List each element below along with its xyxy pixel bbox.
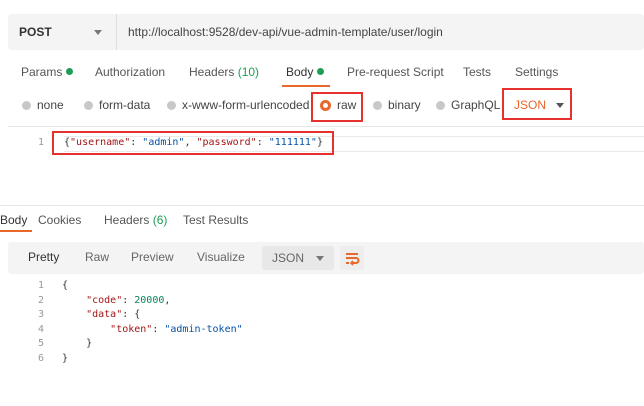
headers-count: (10) — [237, 65, 260, 79]
radio-off-icon — [373, 100, 382, 110]
code-token: { — [62, 280, 69, 291]
divider — [0, 205, 644, 206]
line-number: 3 — [38, 309, 45, 320]
response-tabs: Body Cookies Headers (6) Test Results — [0, 213, 644, 235]
highlight-json-box — [502, 88, 572, 120]
highlight-body-box — [52, 131, 334, 155]
line-number: 6 — [38, 352, 45, 364]
radio-urlencoded-label: x-www-form-urlencoded — [182, 98, 310, 112]
url-input[interactable]: http://localhost:9528/dev-api/vue-admin-… — [128, 25, 443, 39]
code-token: "code" — [86, 294, 123, 306]
code-line: "data": { — [62, 309, 140, 320]
code-line: "token": "admin-token" — [62, 323, 243, 335]
response-toolbar: Pretty Raw Preview Visualize JSON — [8, 242, 644, 274]
code-token: "token" — [110, 323, 153, 335]
response-format-dropdown[interactable]: JSON — [262, 246, 334, 270]
radio-form-data[interactable]: form-data — [84, 98, 150, 112]
code-token: 20000 — [134, 294, 165, 306]
wrap-lines-button[interactable] — [340, 246, 364, 270]
radio-binary-label: binary — [388, 98, 421, 112]
resp-headers-count: (6) — [152, 213, 168, 227]
tab-headers-label: Headers — [189, 65, 235, 79]
code-line: } — [62, 338, 92, 349]
code-token: } — [62, 338, 93, 349]
code-line: } — [62, 353, 68, 364]
tab-headers[interactable]: Headers (10) — [189, 65, 259, 79]
view-raw-button[interactable]: Raw — [85, 250, 109, 264]
radio-off-icon — [167, 100, 176, 110]
tab-tests[interactable]: Tests — [463, 65, 491, 79]
request-tabs: Params Authorization Headers (10) Body P… — [0, 65, 644, 89]
code-token: } — [62, 352, 69, 364]
active-tab-indicator — [0, 230, 32, 232]
resp-tab-test-results[interactable]: Test Results — [183, 213, 248, 227]
chevron-down-icon — [316, 256, 324, 261]
radio-none-label: none — [37, 98, 64, 112]
radio-graphql-label: GraphQL — [451, 98, 501, 112]
line-number: 2 — [38, 294, 45, 306]
radio-off-icon — [84, 100, 93, 110]
line-number: 4 — [38, 323, 45, 335]
code-token: "data" — [86, 309, 123, 320]
code-token: , — [164, 294, 171, 306]
code-token: "admin-token" — [164, 323, 243, 335]
code-token: : — [122, 294, 135, 306]
radio-graphql[interactable]: GraphQL — [436, 98, 500, 112]
status-dot-icon — [66, 68, 74, 75]
resp-tab-cookies[interactable]: Cookies — [38, 213, 81, 227]
code-token: : { — [122, 309, 141, 320]
line-number: 1 — [38, 280, 45, 291]
code-line: { — [62, 280, 68, 291]
method-label: POST — [19, 25, 52, 39]
resp-tab-body[interactable]: Body — [0, 213, 27, 227]
chevron-down-icon — [94, 30, 102, 35]
radio-none[interactable]: none — [22, 98, 64, 112]
tab-body-label: Body — [286, 65, 314, 79]
radio-urlencoded[interactable]: x-www-form-urlencoded — [167, 98, 309, 112]
method-dropdown[interactable]: POST — [8, 14, 117, 50]
resp-tab-headers-label: Headers — [104, 213, 150, 227]
view-pretty-button[interactable]: Pretty — [28, 250, 59, 264]
tab-body[interactable]: Body — [286, 65, 325, 79]
radio-off-icon — [436, 100, 445, 110]
line-number: 1 — [38, 137, 45, 148]
response-body-viewer[interactable]: 1 2 3 4 5 6 { "code": 20000, "data": { "token… — [0, 280, 644, 370]
radio-off-icon — [22, 100, 31, 110]
tab-prerequest-script[interactable]: Pre-request Script — [347, 65, 444, 79]
response-format-label: JSON — [272, 251, 305, 265]
tab-params-label: Params — [21, 65, 63, 79]
status-dot-icon — [317, 68, 325, 75]
highlight-raw-box — [311, 92, 363, 122]
view-preview-button[interactable]: Preview — [131, 250, 174, 264]
tab-settings[interactable]: Settings — [515, 65, 558, 79]
view-visualize-button[interactable]: Visualize — [197, 250, 245, 264]
code-line: "code": 20000, — [62, 295, 170, 306]
tab-params[interactable]: Params — [21, 65, 74, 79]
code-token: : — [152, 323, 165, 335]
active-tab-indicator — [282, 85, 330, 87]
line-number: 5 — [38, 338, 45, 349]
radio-binary[interactable]: binary — [373, 98, 421, 112]
resp-tab-headers[interactable]: Headers (6) — [104, 213, 167, 227]
request-url-bar: POST http://localhost:9528/dev-api/vue-a… — [8, 14, 644, 50]
wrap-lines-icon — [346, 253, 360, 266]
radio-form-data-label: form-data — [99, 98, 151, 112]
tab-authorization[interactable]: Authorization — [95, 65, 165, 79]
